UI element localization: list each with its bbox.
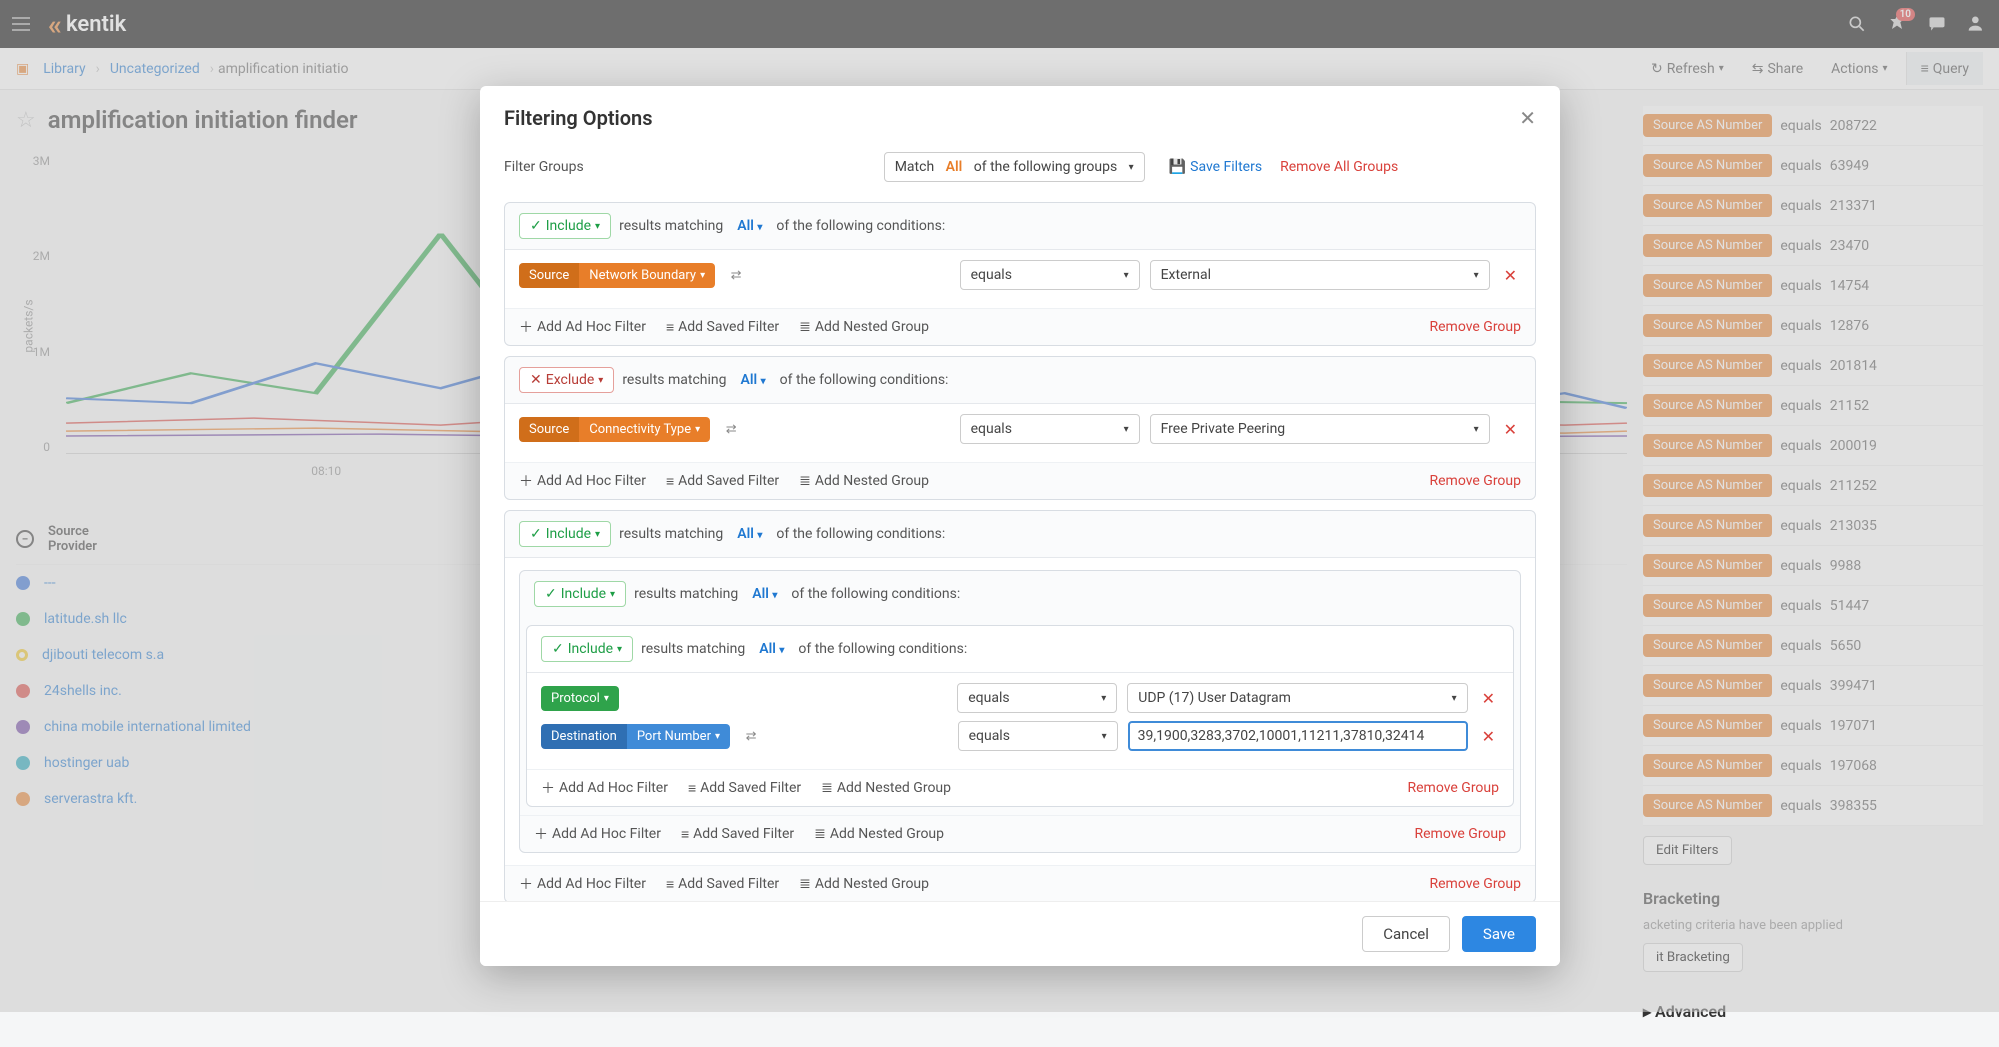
condition-row: SourceNetwork Boundary ▾ ⇄ equals▾ Exter… (519, 260, 1521, 290)
add-adhoc-filter-link[interactable]: ＋ Add Ad Hoc Filter (541, 778, 668, 798)
save-button[interactable]: Save (1462, 916, 1536, 952)
add-saved-filter-link[interactable]: ≡ Add Saved Filter (666, 876, 779, 893)
add-adhoc-filter-link[interactable]: ＋ Add Ad Hoc Filter (519, 874, 646, 894)
match-all-select[interactable]: All ▾ (731, 524, 768, 544)
add-adhoc-filter-link[interactable]: ＋ Add Ad Hoc Filter (519, 317, 646, 337)
add-adhoc-filter-link[interactable]: ＋ Add Ad Hoc Filter (519, 471, 646, 491)
add-nested-group-link[interactable]: ≣ Add Nested Group (799, 473, 929, 489)
condition-row: SourceConnectivity Type ▾ ⇄ equals▾ Free… (519, 414, 1521, 444)
remove-group-link[interactable]: Remove Group (1414, 826, 1506, 842)
filter-groups-label: Filter Groups (504, 159, 584, 175)
operator-select[interactable]: equals▾ (957, 683, 1117, 713)
filter-group: ✓ Include ▾ results matching All ▾ of th… (504, 202, 1536, 346)
match-all-select[interactable]: All ▾ (735, 370, 772, 390)
filter-group: ✕ Exclude ▾ results matching All ▾ of th… (504, 356, 1536, 500)
add-nested-group-link[interactable]: ≣ Add Nested Group (821, 780, 951, 796)
include-toggle[interactable]: ✓ Include ▾ (534, 581, 626, 607)
value-select[interactable]: UDP (17) User Datagram▾ (1127, 683, 1467, 713)
save-filters-link[interactable]: 💾 Save Filters (1169, 159, 1262, 175)
cancel-button[interactable]: Cancel (1362, 916, 1450, 952)
field-tag[interactable]: SourceNetwork Boundary ▾ (519, 263, 715, 288)
include-toggle[interactable]: ✓ Include ▾ (519, 521, 611, 547)
field-tag[interactable]: DestinationPort Number ▾ (541, 724, 730, 749)
remove-group-link[interactable]: Remove Group (1429, 876, 1521, 892)
add-saved-filter-link[interactable]: ≡ Add Saved Filter (681, 826, 794, 843)
field-tag[interactable]: Protocol ▾ (541, 686, 619, 711)
operator-select[interactable]: equals▾ (960, 414, 1140, 444)
add-nested-group-link[interactable]: ≣ Add Nested Group (814, 826, 944, 842)
add-nested-group-link[interactable]: ≣ Add Nested Group (799, 876, 929, 892)
include-toggle[interactable]: ✓ Include ▾ (541, 636, 633, 662)
nested-group: ✓ Include ▾ results matching All ▾ of th… (519, 570, 1521, 853)
swap-icon[interactable]: ⇄ (720, 422, 742, 437)
match-all-select[interactable]: All ▾ (753, 639, 790, 659)
field-tag[interactable]: SourceConnectivity Type ▾ (519, 417, 710, 442)
remove-group-link[interactable]: Remove Group (1429, 473, 1521, 489)
condition-row: DestinationPort Number ▾ ⇄ equals▾ ✕ (541, 721, 1499, 751)
condition-row: Protocol ▾ equals▾ UDP (17) User Datagra… (541, 683, 1499, 713)
add-adhoc-filter-link[interactable]: ＋ Add Ad Hoc Filter (534, 824, 661, 844)
add-saved-filter-link[interactable]: ≡ Add Saved Filter (666, 473, 779, 490)
port-numbers-input[interactable] (1128, 721, 1468, 751)
remove-group-link[interactable]: Remove Group (1407, 780, 1499, 796)
remove-group-link[interactable]: Remove Group (1429, 319, 1521, 335)
match-all-select[interactable]: All ▾ (731, 216, 768, 236)
value-select[interactable]: External▾ (1150, 260, 1490, 290)
match-all-select[interactable]: All ▾ (746, 584, 783, 604)
nested-group: ✓ Include ▾ results matching All ▾ of th… (526, 625, 1514, 807)
remove-all-groups-link[interactable]: Remove All Groups (1280, 159, 1398, 175)
operator-select[interactable]: equals▾ (958, 721, 1118, 751)
filtering-options-modal: Filtering Options ✕ Filter Groups Match … (480, 86, 1560, 966)
remove-condition-icon[interactable]: ✕ (1478, 727, 1499, 746)
swap-icon[interactable]: ⇄ (740, 729, 762, 744)
add-nested-group-link[interactable]: ≣ Add Nested Group (799, 319, 929, 335)
filter-group: ✓ Include ▾ results matching All ▾ of th… (504, 510, 1536, 901)
remove-condition-icon[interactable]: ✕ (1500, 266, 1521, 285)
remove-condition-icon[interactable]: ✕ (1478, 689, 1499, 708)
value-select[interactable]: Free Private Peering▾ (1150, 414, 1490, 444)
include-toggle[interactable]: ✓ Include ▾ (519, 213, 611, 239)
operator-select[interactable]: equals▾ (960, 260, 1140, 290)
remove-condition-icon[interactable]: ✕ (1500, 420, 1521, 439)
exclude-toggle[interactable]: ✕ Exclude ▾ (519, 367, 614, 393)
close-icon[interactable]: ✕ (1519, 106, 1536, 130)
match-mode-select[interactable]: Match All of the following groups ▾ (884, 152, 1145, 182)
add-saved-filter-link[interactable]: ≡ Add Saved Filter (666, 319, 779, 336)
modal-title: Filtering Options (504, 106, 653, 130)
add-saved-filter-link[interactable]: ≡ Add Saved Filter (688, 780, 801, 797)
swap-icon[interactable]: ⇄ (725, 268, 747, 283)
